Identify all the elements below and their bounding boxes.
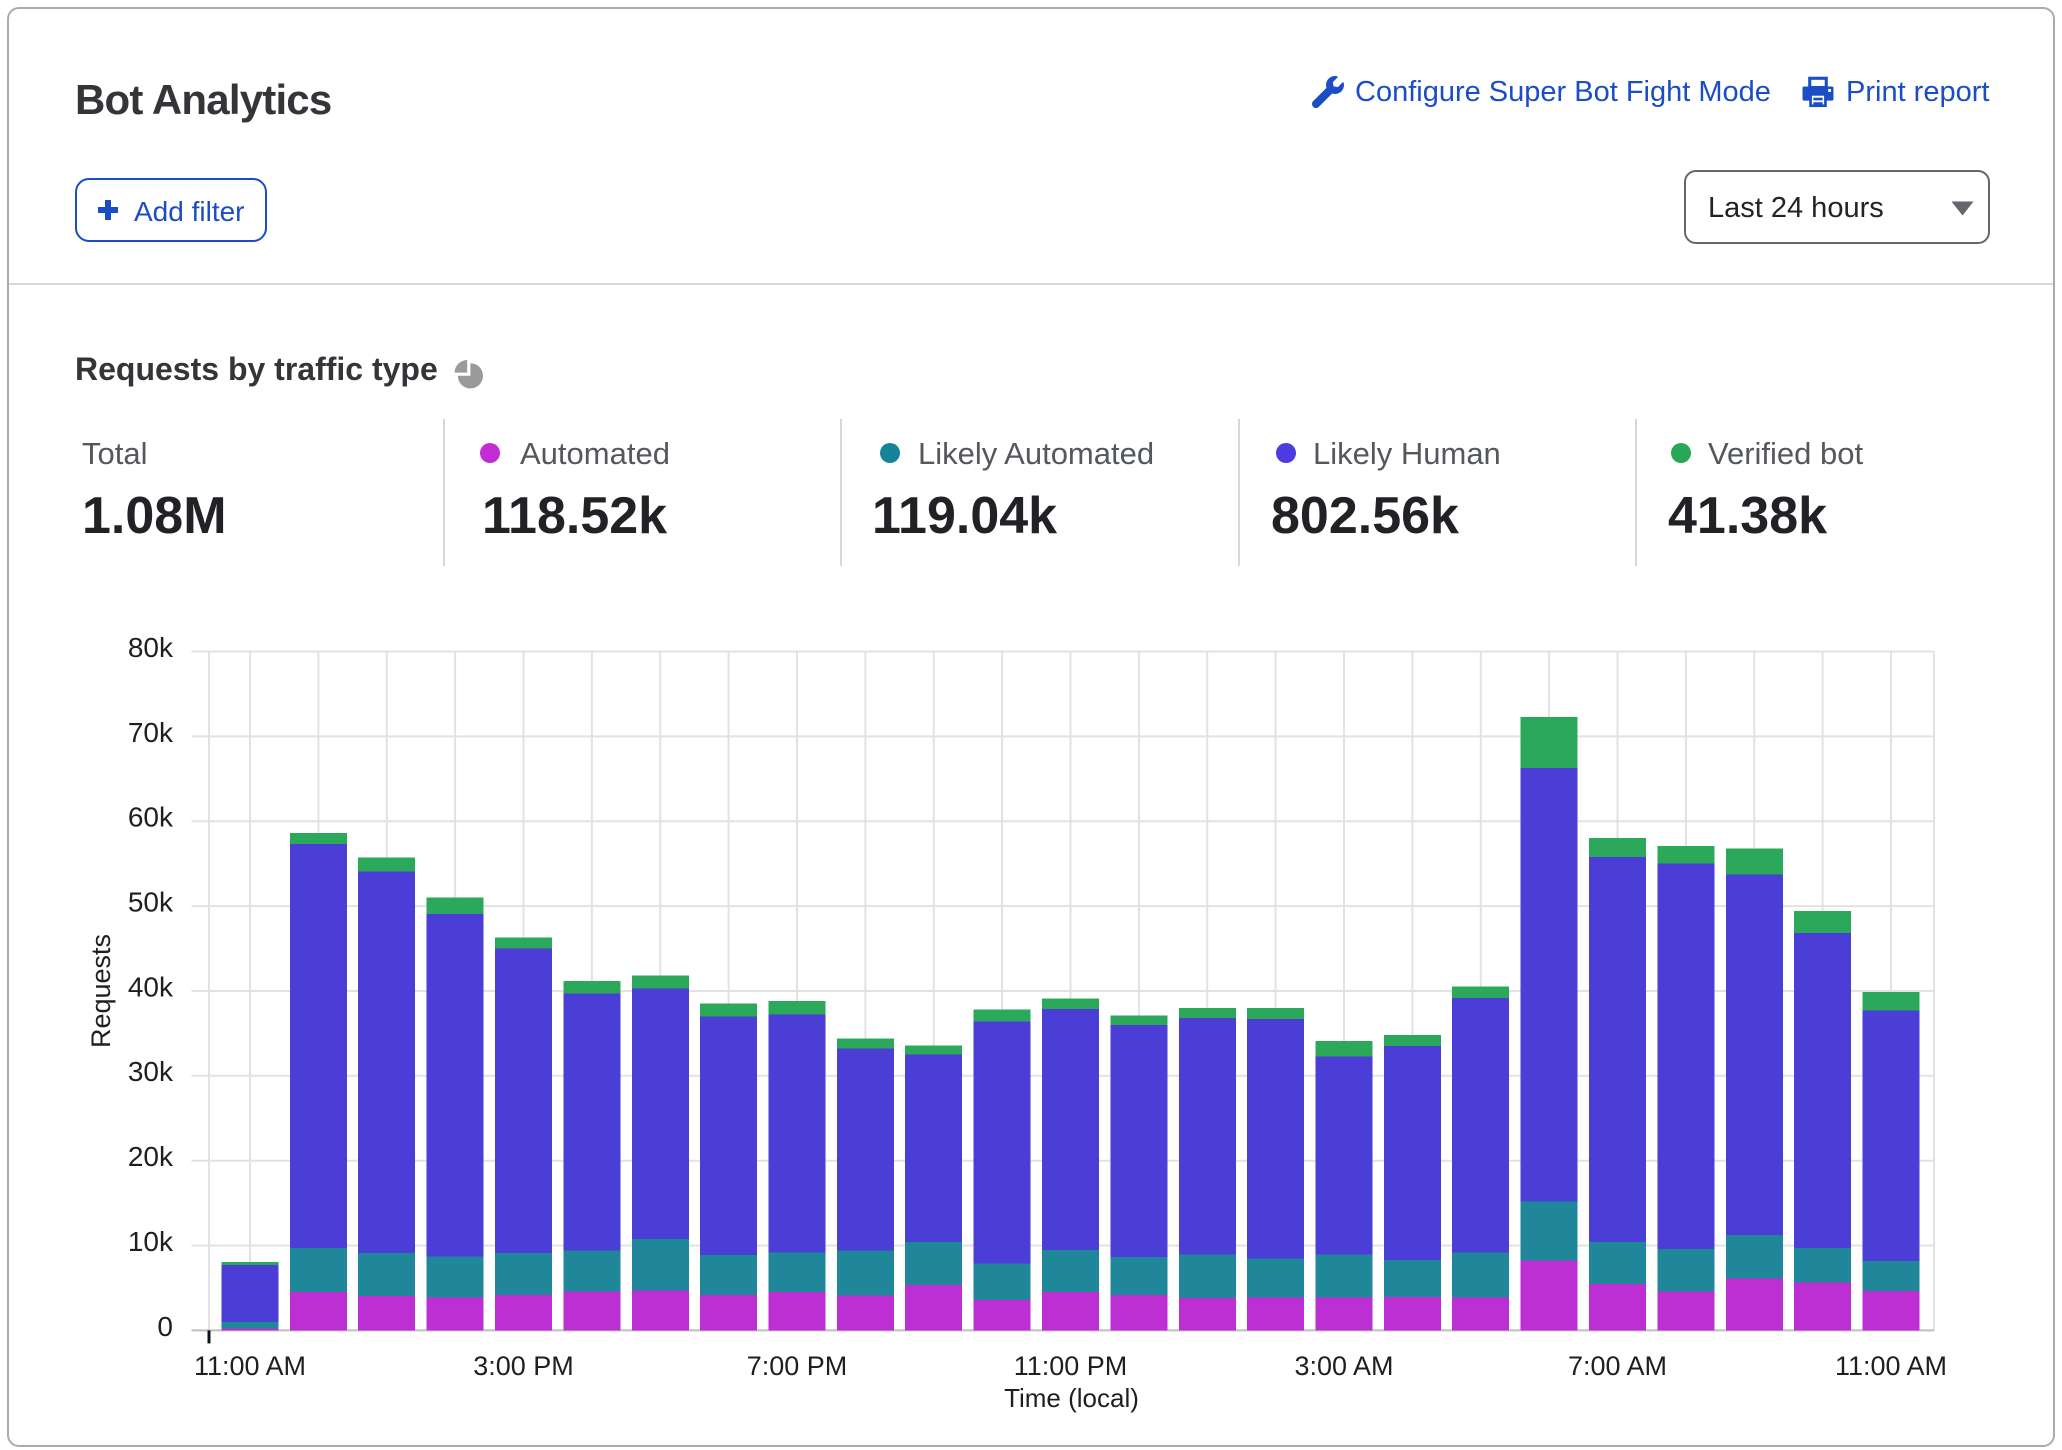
svg-text:7:00 PM: 7:00 PM [747, 1351, 848, 1381]
svg-text:7:00 AM: 7:00 AM [1568, 1351, 1667, 1381]
svg-text:10k: 10k [128, 1226, 174, 1257]
svg-text:Requests: Requests [86, 934, 116, 1048]
svg-text:40k: 40k [128, 971, 174, 1002]
svg-text:50k: 50k [128, 886, 174, 917]
svg-text:11:00 PM: 11:00 PM [1014, 1351, 1128, 1381]
svg-text:70k: 70k [128, 717, 174, 748]
svg-text:60k: 60k [128, 802, 174, 833]
svg-text:11:00 AM: 11:00 AM [1835, 1351, 1947, 1381]
svg-text:20k: 20k [128, 1141, 174, 1172]
svg-text:3:00 AM: 3:00 AM [1294, 1351, 1393, 1381]
svg-text:0: 0 [157, 1311, 173, 1342]
svg-text:30k: 30k [128, 1056, 174, 1087]
svg-text:3:00 PM: 3:00 PM [473, 1351, 574, 1381]
svg-text:80k: 80k [128, 632, 174, 663]
svg-text:Time (local): Time (local) [1004, 1383, 1139, 1413]
svg-text:11:00 AM: 11:00 AM [194, 1351, 306, 1381]
